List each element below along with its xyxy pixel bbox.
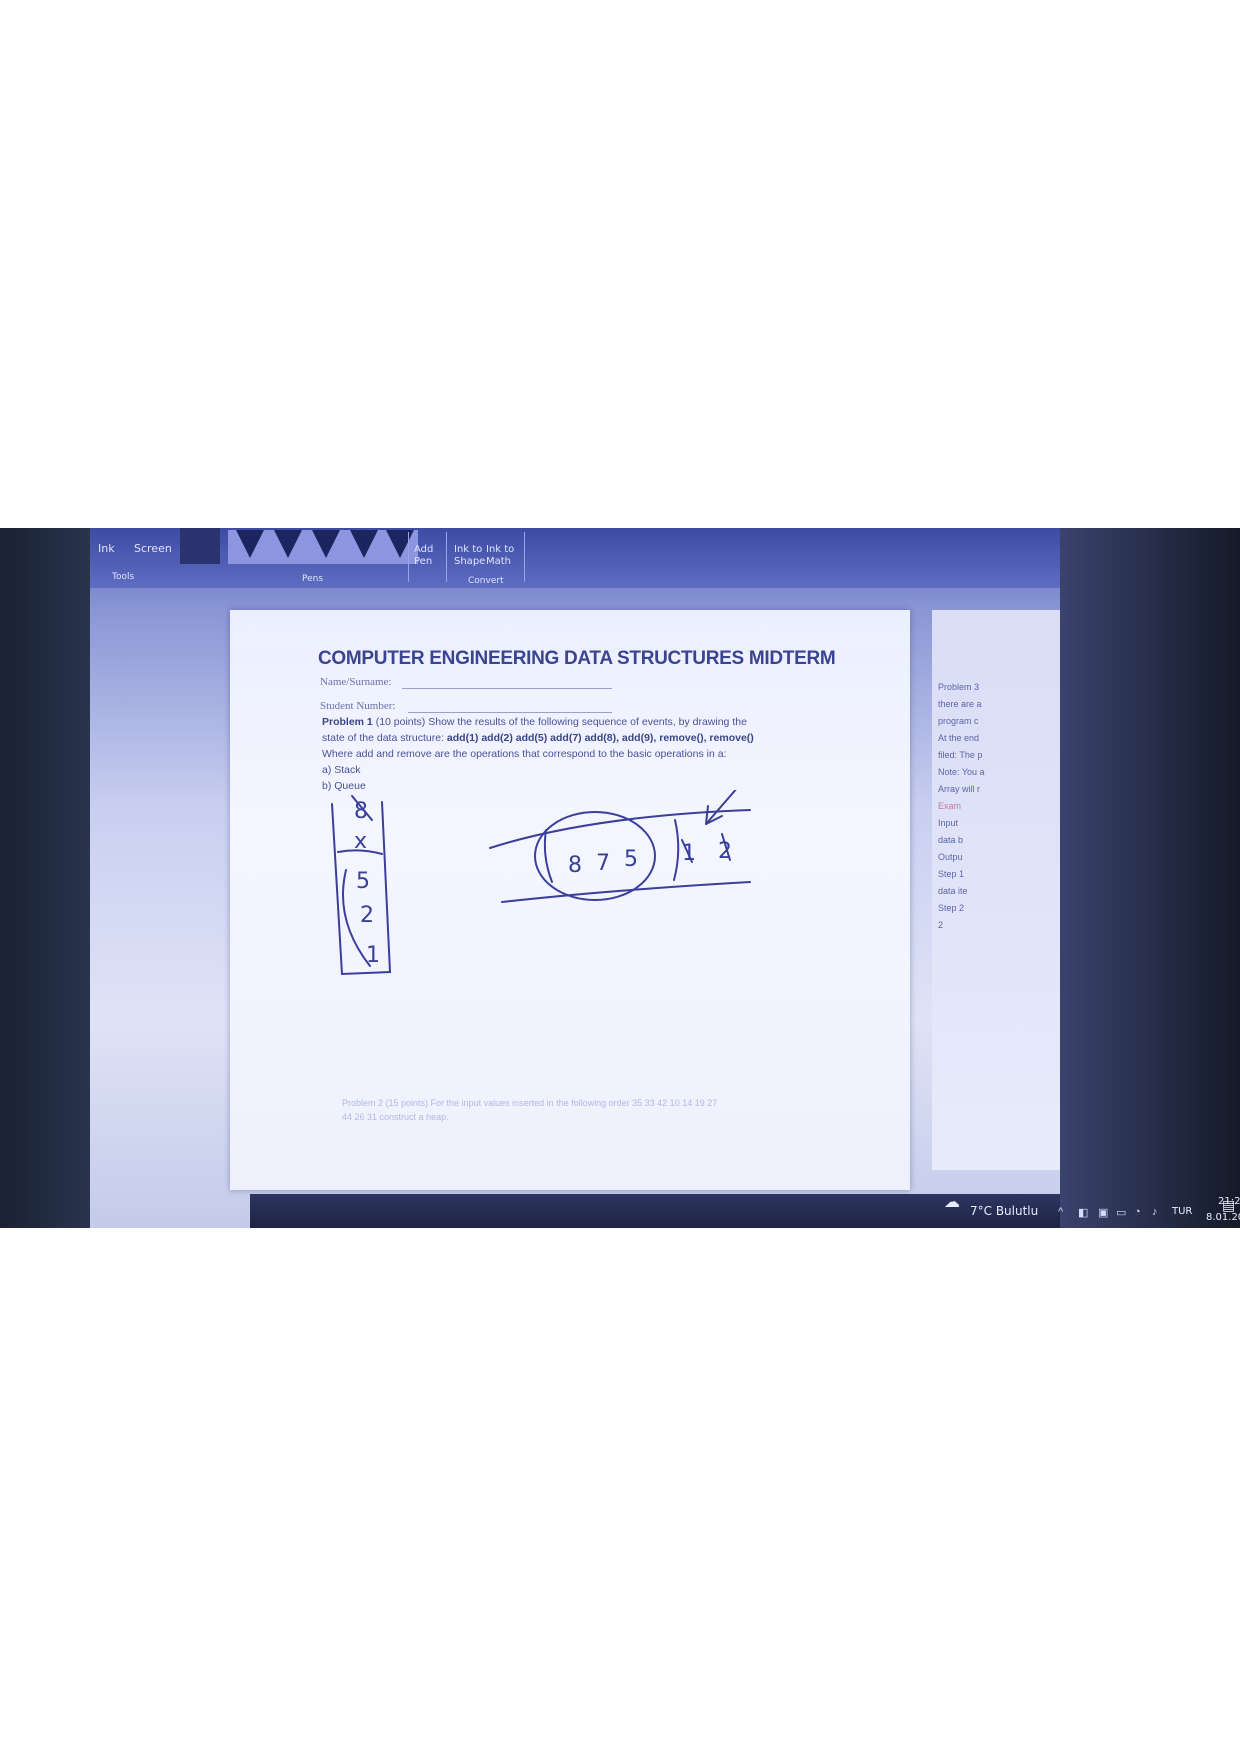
problem1-line3: Where add and remove are the operations …: [322, 748, 727, 760]
group-label-convert: Convert: [468, 576, 504, 586]
problem2-line1: Problem 2 (15 points) For the input valu…: [342, 1098, 718, 1108]
adjacent-page-line: Step 2: [938, 903, 965, 913]
wifi-icon[interactable]: ◔: [1134, 1206, 1141, 1218]
adjacent-page-line: there are a: [938, 699, 982, 709]
queue-item: 2: [718, 839, 732, 864]
adjacent-page-line: At the end: [938, 733, 980, 743]
laptop-screen: Ink Screen Tools Pens Add Pen Ink to Sha…: [90, 528, 1240, 1228]
pen-icon[interactable]: [350, 530, 378, 558]
eraser-tool[interactable]: [180, 528, 220, 564]
group-label-tools: Tools: [112, 572, 135, 582]
pen-icon[interactable]: [386, 530, 414, 558]
student-number-label: Student Number:: [320, 700, 396, 712]
document-page[interactable]: COMPUTER ENGINEERING DATA STRUCTURES MID…: [230, 610, 910, 1190]
adjacent-page-line: 2: [938, 920, 944, 930]
queue-item: 1: [682, 841, 696, 866]
adjacent-page-line: Input: [938, 818, 959, 828]
stack-item: 1: [366, 943, 380, 968]
ink-drawing: 8 x 5 2 1 8 7 5 1 2: [331, 790, 751, 976]
problem2-line2: 44 26 31 construct a heap.: [342, 1112, 449, 1122]
battery-icon[interactable]: ▭: [1116, 1206, 1126, 1219]
queue-right-paren: [673, 819, 680, 881]
add-pen-button[interactable]: Add Pen: [414, 544, 433, 568]
adjacent-page-line: Outpu: [938, 852, 963, 862]
name-underline: [402, 688, 612, 689]
problem1-operations: add(1) add(2) add(5) add(7) add(8), add(…: [446, 732, 754, 744]
adjacent-page[interactable]: Problem 3 there are a program c At the end f…: [932, 610, 1060, 1170]
weather-text[interactable]: 7°C Bulutlu: [970, 1204, 1038, 1218]
adjacent-page-line: Array will r: [938, 784, 980, 794]
adjacent-page-line: Step 1: [938, 869, 965, 879]
pen-icon[interactable]: [312, 530, 340, 558]
problem1-text: (10 points) Show the results of the foll…: [372, 716, 747, 728]
problem1-heading: Problem 1: [322, 716, 373, 728]
problem1-line2: state of the data structure: add(1) add(…: [322, 732, 754, 744]
ribbon-tab-screen[interactable]: Screen: [134, 542, 172, 555]
student-underline: [408, 712, 612, 713]
ribbon-toolbar: Ink Screen Tools Pens Add Pen Ink to Sha…: [90, 528, 1060, 588]
notification-icon[interactable]: ▤: [1222, 1198, 1235, 1214]
taskbar: ☁ 7°C Bulutlu ^ ◧ ▣ ▭ ◔ ♪ TUR 21:22 8.01…: [250, 1192, 1240, 1228]
network-icon[interactable]: ◧: [1078, 1206, 1088, 1219]
queue-bottom-line: [501, 881, 751, 903]
problem1-text2: state of the data structure:: [322, 732, 447, 744]
speaker-icon[interactable]: ♪: [1152, 1206, 1158, 1218]
pen-icon[interactable]: [236, 530, 264, 558]
option-stack: a) Stack: [322, 764, 361, 776]
adjacent-page-line: Note: You a: [938, 767, 985, 777]
queue-left-paren: [543, 829, 553, 883]
adjacent-page-line: Problem 3: [938, 682, 980, 692]
document-title: COMPUTER ENGINEERING DATA STRUCTURES MID…: [318, 648, 836, 669]
adjacent-page-line: program c: [938, 716, 979, 726]
display-icon[interactable]: ▣: [1098, 1206, 1108, 1219]
ink-to-math-button[interactable]: Ink to Math: [486, 544, 514, 568]
queue-item: 7: [596, 851, 610, 876]
photo-frame: Ink Screen Tools Pens Add Pen Ink to Sha…: [0, 528, 1240, 1228]
queue-item: 5: [624, 847, 638, 872]
ink-to-shape-button[interactable]: Ink to Shape: [454, 544, 485, 568]
group-label-pens: Pens: [302, 574, 324, 584]
chevron-up-icon[interactable]: ^: [1058, 1206, 1063, 1218]
adjacent-page-line: data b: [938, 835, 964, 845]
cloud-icon[interactable]: ☁: [944, 1192, 960, 1211]
problem1-line1: Problem 1 (10 points) Show the results o…: [322, 716, 747, 728]
stack-item: 5: [356, 869, 370, 894]
adjacent-page-line: filed: The p: [938, 750, 983, 760]
adjacent-page-line: Exam: [938, 801, 962, 811]
ribbon-separator: [446, 532, 447, 582]
ribbon-separator: [408, 532, 409, 582]
pen-icon[interactable]: [274, 530, 302, 558]
pen-gallery[interactable]: [228, 530, 418, 564]
stack-item: 2: [360, 903, 374, 928]
stack-item: 8: [354, 799, 368, 824]
name-surname-label: Name/Surname:: [320, 676, 392, 688]
stack-item: x: [354, 829, 367, 854]
language-indicator[interactable]: TUR: [1172, 1206, 1192, 1217]
queue-item: 8: [568, 853, 582, 878]
ribbon-tab-ink[interactable]: Ink: [98, 542, 115, 555]
adjacent-page-line: data ite: [938, 886, 968, 896]
ribbon-separator: [524, 532, 525, 582]
